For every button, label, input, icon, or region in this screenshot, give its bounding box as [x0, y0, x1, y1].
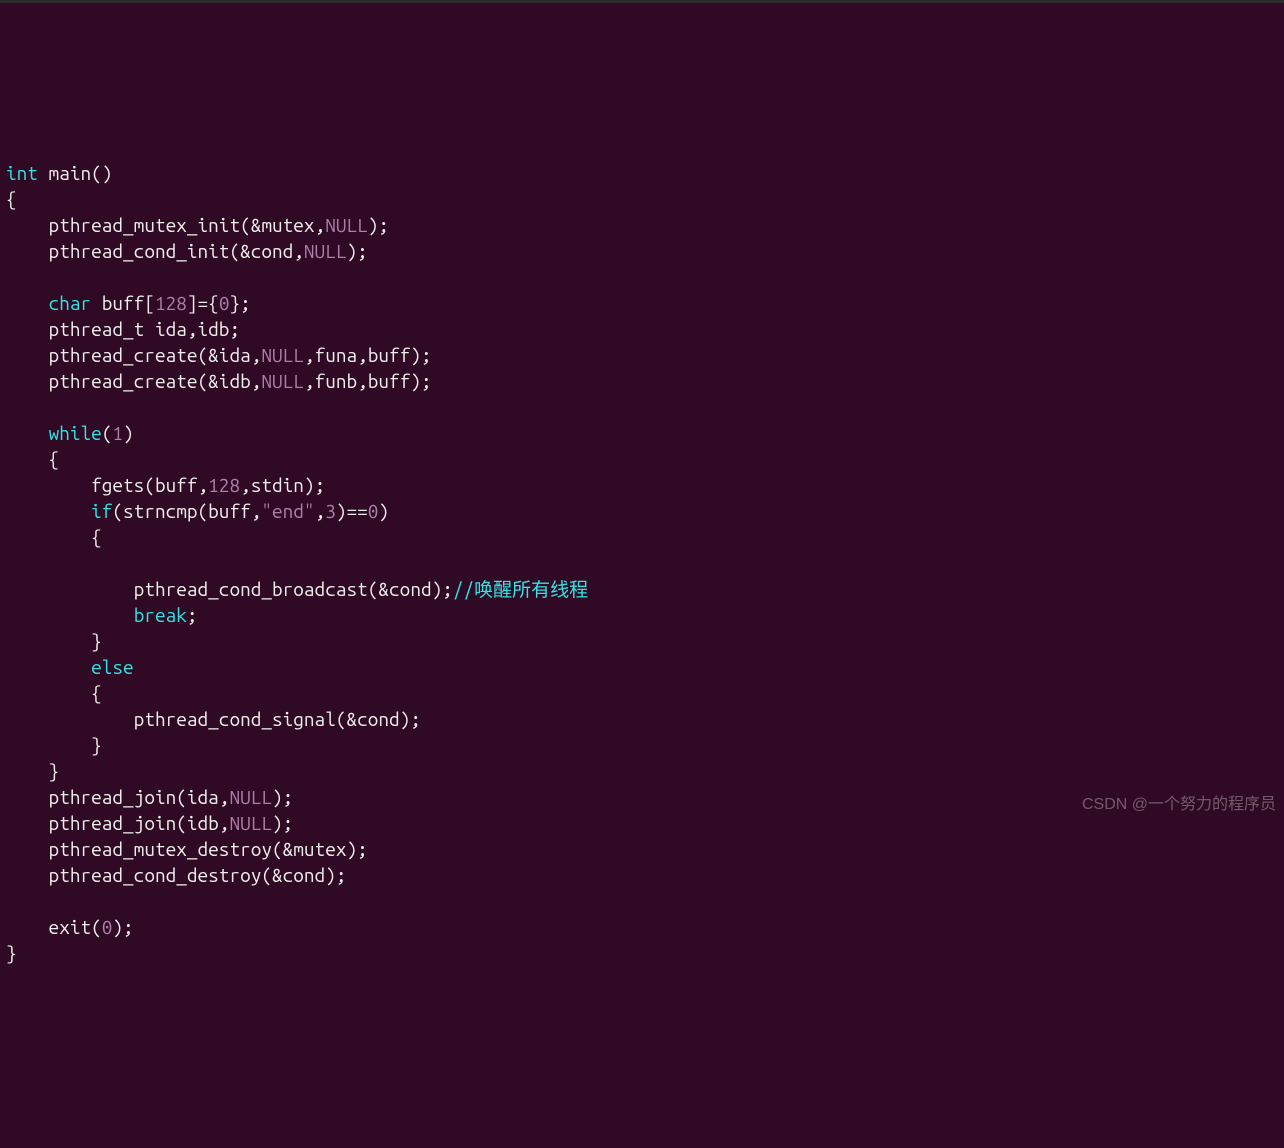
code-line: pthread_t ida,idb;: [6, 316, 1278, 342]
code-token: ,funa,buff);: [304, 344, 432, 366]
code-line: pthread_mutex_destroy(&mutex);: [6, 836, 1278, 862]
code-token: pthread_mutex_init(&mutex,: [6, 214, 325, 236]
code-line: pthread_cond_broadcast(&cond);//唤醒所有线程: [6, 576, 1278, 602]
code-token: 1: [112, 422, 123, 444]
code-token: }: [6, 942, 17, 964]
code-token: exit(: [6, 916, 102, 938]
code-line: [6, 394, 1278, 420]
code-token: 0: [219, 292, 230, 314]
code-line: pthread_create(&idb,NULL,funb,buff);: [6, 368, 1278, 394]
code-token: pthread_cond_destroy(&cond);: [6, 864, 346, 886]
window-top-bar: [0, 0, 1284, 3]
code-token: fgets(buff,: [6, 474, 208, 496]
code-token: pthread_join(idb,: [6, 812, 229, 834]
code-token: ,stdin);: [240, 474, 325, 496]
code-line: {: [6, 186, 1278, 212]
code-token: [6, 292, 49, 314]
code-line: pthread_cond_signal(&cond);: [6, 706, 1278, 732]
code-token: pthread_join(ida,: [6, 786, 229, 808]
code-line: break;: [6, 602, 1278, 628]
code-token: pthread_cond_broadcast(&cond);: [6, 578, 453, 600]
code-line: exit(0);: [6, 914, 1278, 940]
code-token: (: [102, 422, 113, 444]
code-token: char: [49, 292, 92, 314]
code-token: if: [91, 500, 112, 522]
code-line: pthread_mutex_init(&mutex,NULL);: [6, 212, 1278, 238]
code-line: }: [6, 940, 1278, 966]
code-line: fgets(buff,128,stdin);: [6, 472, 1278, 498]
code-line: [6, 264, 1278, 290]
code-line: {: [6, 680, 1278, 706]
code-token: }: [6, 734, 102, 756]
code-line: }: [6, 758, 1278, 784]
code-token: 0: [102, 916, 113, 938]
code-token: }: [6, 760, 59, 782]
code-token: buff[: [91, 292, 155, 314]
code-token: {: [6, 188, 17, 210]
watermark-text: CSDN @一个努力的程序员: [1082, 792, 1276, 818]
code-token: NULL: [261, 344, 304, 366]
code-line: pthread_cond_destroy(&cond);: [6, 862, 1278, 888]
code-token: );: [272, 786, 293, 808]
code-line: {: [6, 524, 1278, 550]
code-line: pthread_create(&ida,NULL,funa,buff);: [6, 342, 1278, 368]
code-token: NULL: [229, 812, 272, 834]
code-token: [6, 656, 91, 678]
code-token: NULL: [261, 370, 304, 392]
code-token: NULL: [229, 786, 272, 808]
code-token: NULL: [304, 240, 347, 262]
code-token: NULL: [325, 214, 368, 236]
code-token: {: [6, 682, 102, 704]
code-token: );: [112, 916, 133, 938]
code-token: )==: [336, 500, 368, 522]
code-token: );: [346, 240, 367, 262]
code-token: pthread_cond_init(&cond,: [6, 240, 304, 262]
code-token: 128: [208, 474, 240, 496]
code-token: [6, 500, 91, 522]
code-token: ): [378, 500, 389, 522]
code-token: while: [49, 422, 102, 444]
code-token: );: [272, 812, 293, 834]
code-token: break: [134, 604, 187, 626]
code-token: pthread_cond_signal(&cond);: [6, 708, 421, 730]
code-line: pthread_cond_init(&cond,NULL);: [6, 238, 1278, 264]
code-line: while(1): [6, 420, 1278, 446]
code-line: int main(): [6, 160, 1278, 186]
code-token: ;: [187, 604, 198, 626]
code-token: 3: [325, 500, 336, 522]
code-token: int: [6, 162, 38, 184]
code-line: char buff[128]={0};: [6, 290, 1278, 316]
code-token: ,funb,buff);: [304, 370, 432, 392]
code-token: //唤醒所有线程: [453, 578, 588, 600]
code-line: if(strncmp(buff,"end",3)==0): [6, 498, 1278, 524]
code-token: ): [123, 422, 134, 444]
code-token: 128: [155, 292, 187, 314]
code-token: pthread_mutex_destroy(&mutex);: [6, 838, 368, 860]
code-token: };: [229, 292, 250, 314]
code-token: pthread_t ida,idb;: [6, 318, 240, 340]
code-line: else: [6, 654, 1278, 680]
code-token: {: [6, 448, 59, 470]
code-token: );: [368, 214, 389, 236]
code-token: ,: [315, 500, 326, 522]
code-token: [6, 604, 134, 626]
code-token: (strncmp(buff,: [112, 500, 261, 522]
code-token: pthread_create(&idb,: [6, 370, 261, 392]
code-line: [6, 550, 1278, 576]
code-block: int main(){ pthread_mutex_init(&mutex,NU…: [6, 160, 1278, 966]
code-token: }: [6, 630, 102, 652]
code-token: pthread_create(&ida,: [6, 344, 261, 366]
code-token: {: [6, 526, 102, 548]
code-token: [6, 422, 49, 444]
code-token: 0: [368, 500, 379, 522]
code-line: [6, 888, 1278, 914]
code-line: {: [6, 446, 1278, 472]
code-line: }: [6, 628, 1278, 654]
code-token: else: [91, 656, 134, 678]
code-line: }: [6, 732, 1278, 758]
code-token: ]={: [187, 292, 219, 314]
code-token: "end": [261, 500, 314, 522]
code-token: main(): [38, 162, 112, 184]
